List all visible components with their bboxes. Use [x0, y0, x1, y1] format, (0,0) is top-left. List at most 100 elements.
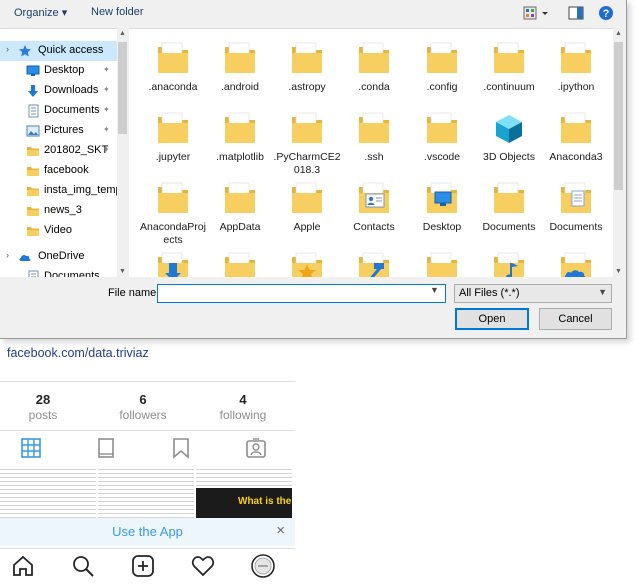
grid-view-icon[interactable]	[19, 436, 43, 460]
scrollbar-thumb[interactable]	[118, 42, 127, 134]
nav-item[interactable]: Pictures ✦	[0, 121, 117, 141]
chevron-right-icon[interactable]: ›	[6, 44, 9, 54]
file-item[interactable]: Documents	[542, 177, 610, 247]
file-item[interactable]: 3D Objects	[475, 107, 543, 177]
desktop-folder-icon	[425, 179, 459, 217]
file-item[interactable]: .jupyter	[139, 107, 207, 177]
nav-item[interactable]: › Quick access	[0, 41, 117, 61]
use-app-label[interactable]: Use the App	[0, 524, 295, 539]
file-item[interactable]: Desktop	[408, 177, 476, 247]
open-button[interactable]: Open	[455, 308, 529, 330]
file-item[interactable]: .android	[206, 37, 274, 107]
folder-icon	[26, 144, 40, 158]
file-item[interactable]: Documents	[475, 177, 543, 247]
folder-icon	[26, 224, 40, 238]
file-item[interactable]: .anaconda	[139, 37, 207, 107]
folder-icon	[425, 39, 459, 77]
file-item[interactable]	[475, 247, 543, 278]
pin-icon: ✦	[103, 85, 110, 94]
nav-item[interactable]: Downloads ✦	[0, 81, 117, 101]
nav-item[interactable]: › OneDrive	[0, 247, 117, 267]
nav-item[interactable]: news_3	[0, 201, 117, 221]
file-item[interactable]	[542, 247, 610, 278]
file-item[interactable]: .matplotlib	[206, 107, 274, 177]
new-post-icon[interactable]	[130, 553, 156, 579]
file-item[interactable]	[273, 247, 341, 278]
use-app-banner[interactable]: Use the App ×	[0, 518, 295, 546]
saved-bookmark-icon[interactable]	[169, 436, 193, 460]
post-thumbnail[interactable]	[98, 466, 194, 518]
nav-item-label: Downloads	[44, 84, 99, 96]
nav-item[interactable]: Documents ✦	[0, 101, 117, 121]
file-item[interactable]: .conda	[340, 37, 408, 107]
stat-followers[interactable]: 6 followers	[108, 392, 178, 422]
file-item[interactable]	[340, 247, 408, 278]
view-options-icon[interactable]	[523, 5, 549, 24]
pin-icon: ✦	[103, 105, 110, 114]
scroll-up-arrow[interactable]: ▲	[613, 30, 624, 37]
file-item-label: .PyCharmCE2018.3	[273, 151, 341, 176]
onedrive-folder-icon	[559, 249, 593, 278]
file-item[interactable]: Contacts	[340, 177, 408, 247]
heart-icon[interactable]	[190, 553, 216, 579]
file-item[interactable]: .ssh	[340, 107, 408, 177]
help-icon[interactable]: ?	[598, 5, 614, 24]
file-item[interactable]: .astropy	[273, 37, 341, 107]
nav-item[interactable]: facebook	[0, 161, 117, 181]
file-item[interactable]: Apple	[273, 177, 341, 247]
file-item[interactable]	[139, 247, 207, 278]
folder-icon	[156, 109, 190, 147]
scroll-down-arrow[interactable]: ▼	[117, 268, 128, 275]
chevron-down-icon[interactable]: ▼	[430, 285, 439, 295]
new-folder-button[interactable]: New folder	[91, 6, 144, 18]
home-icon[interactable]	[10, 553, 36, 579]
file-item[interactable]: .ipython	[542, 37, 610, 107]
file-name-input[interactable]	[157, 284, 446, 303]
profile-website-link[interactable]: facebook.com/data.triviaz	[7, 346, 149, 360]
file-item[interactable]: .PyCharmCE2018.3	[273, 107, 341, 177]
file-item[interactable]: .config	[408, 37, 476, 107]
post-thumbnail[interactable]: What is the	[196, 466, 292, 518]
close-icon[interactable]: ×	[276, 522, 285, 539]
file-item[interactable]: .vscode	[408, 107, 476, 177]
nav-pane-scrollbar[interactable]: ▲ ▼	[117, 28, 128, 277]
nav-item[interactable]: 201802_SKT ✦	[0, 141, 117, 161]
nav-item-label: 201802_SKT	[44, 144, 109, 156]
contacts-icon	[357, 179, 391, 217]
folder-icon	[559, 109, 593, 147]
profile-avatar-icon[interactable]	[250, 553, 276, 579]
folder-icon	[223, 179, 257, 217]
scrollbar-thumb[interactable]	[614, 42, 623, 190]
file-item[interactable]: .continuum	[475, 37, 543, 107]
stat-following[interactable]: 4 following	[208, 392, 278, 422]
file-item[interactable]	[408, 247, 476, 278]
feed-view-icon[interactable]	[94, 436, 118, 460]
file-item-label: .astropy	[288, 81, 326, 93]
file-item[interactable]: AppData	[206, 177, 274, 247]
folder-icon	[290, 179, 324, 217]
nav-item[interactable]: Desktop ✦	[0, 61, 117, 81]
file-item[interactable]: AnacondaProjects	[139, 177, 207, 247]
stat-posts[interactable]: 28 posts	[8, 392, 78, 422]
scroll-down-arrow[interactable]: ▼	[613, 268, 624, 275]
search-icon[interactable]	[70, 553, 96, 579]
cancel-button[interactable]: Cancel	[539, 308, 612, 330]
file-item[interactable]	[206, 247, 274, 278]
scroll-up-arrow[interactable]: ▲	[117, 30, 128, 37]
file-type-select[interactable]: All Files (*.*) ▼	[454, 284, 612, 303]
nav-item-label: news_3	[44, 204, 82, 216]
file-list-scrollbar[interactable]: ▲ ▼	[613, 28, 624, 277]
nav-item[interactable]: Video	[0, 221, 117, 241]
preview-pane-icon[interactable]	[568, 5, 584, 24]
chevron-right-icon[interactable]: ›	[6, 250, 9, 260]
stat-label: following	[219, 408, 267, 422]
tagged-person-icon[interactable]	[244, 436, 268, 460]
bottom-navigation	[0, 548, 295, 587]
organize-button[interactable]: Organize ▾	[14, 6, 67, 19]
star-icon	[18, 44, 32, 58]
nav-item[interactable]: insta_img_temp	[0, 181, 122, 201]
pin-icon: ✦	[103, 145, 110, 154]
file-item[interactable]: Anaconda3	[542, 107, 610, 177]
post-thumbnail[interactable]	[0, 466, 96, 518]
dialog-toolbar: Organize ▾ New folder ?	[0, 0, 626, 28]
